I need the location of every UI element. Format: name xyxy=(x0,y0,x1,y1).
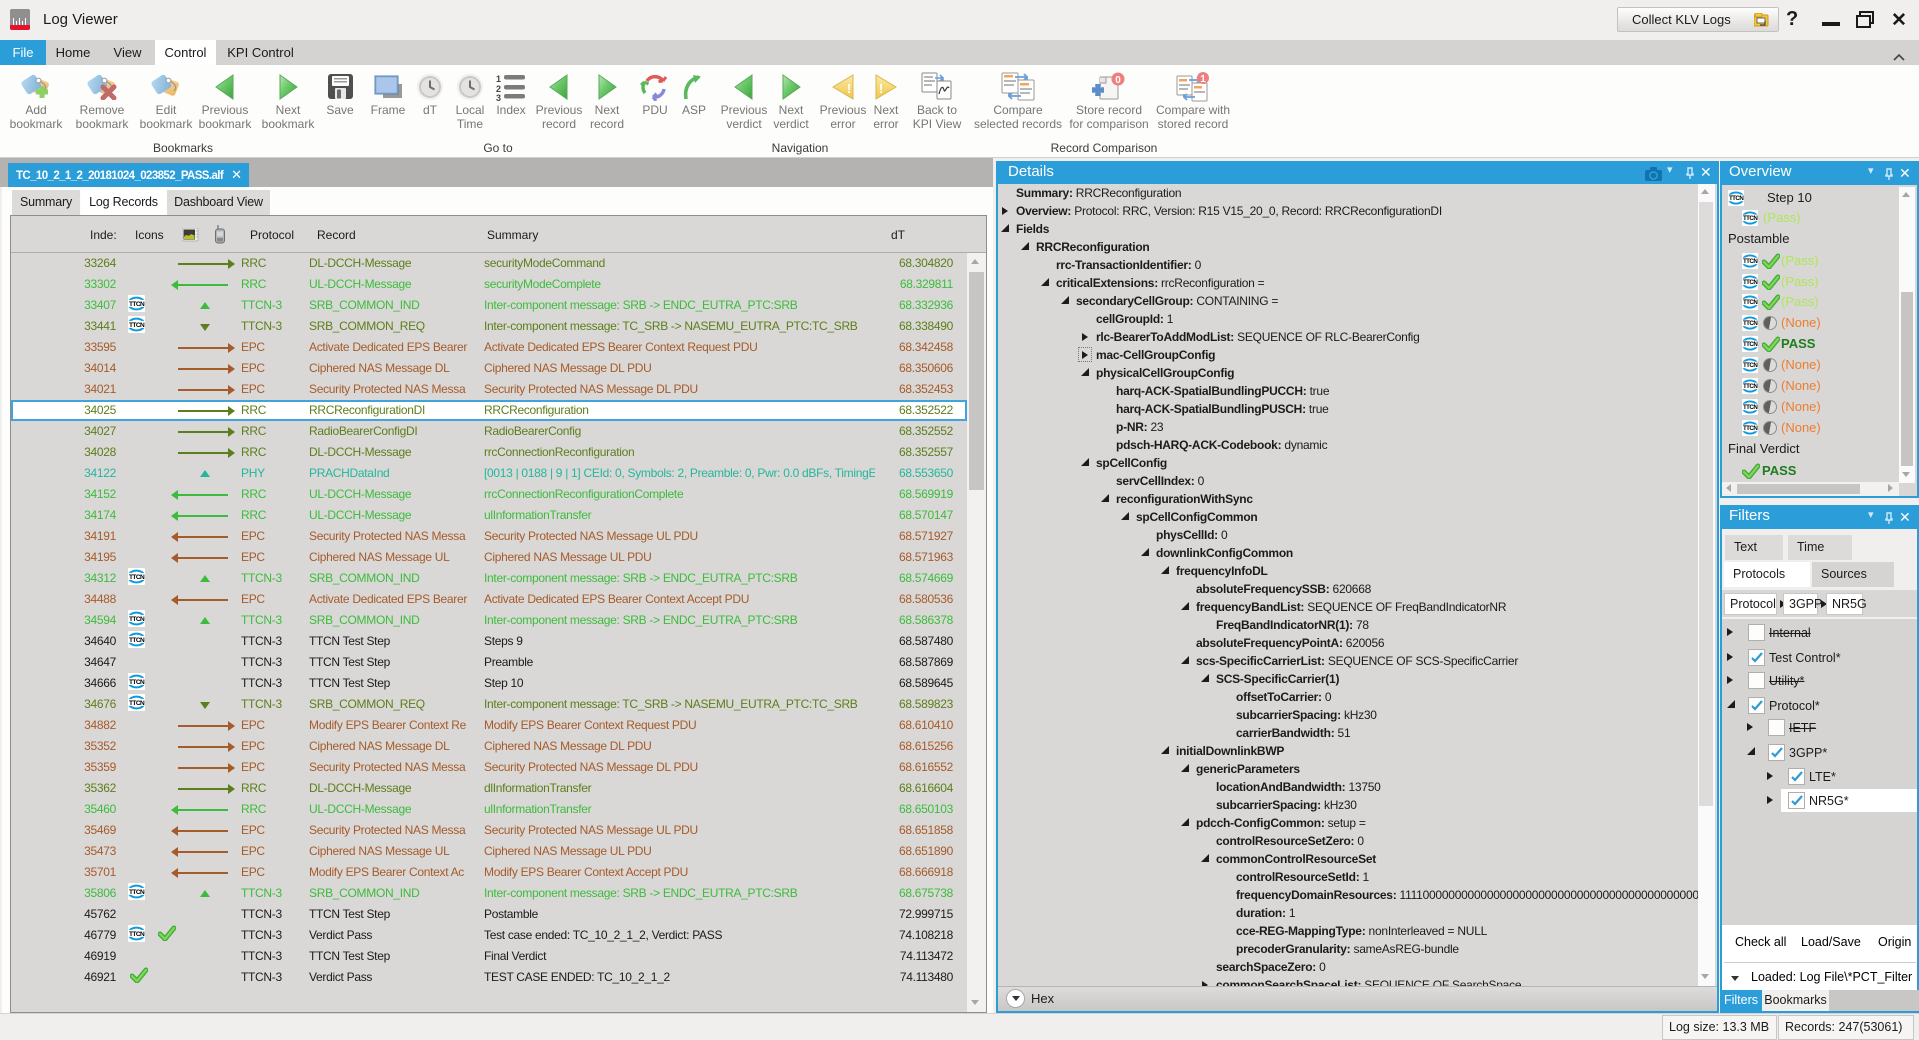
svg-text:1: 1 xyxy=(1200,74,1206,85)
svg-text:3: 3 xyxy=(496,93,501,101)
svg-text:1: 1 xyxy=(496,74,501,84)
svg-text:0: 0 xyxy=(1115,75,1121,86)
